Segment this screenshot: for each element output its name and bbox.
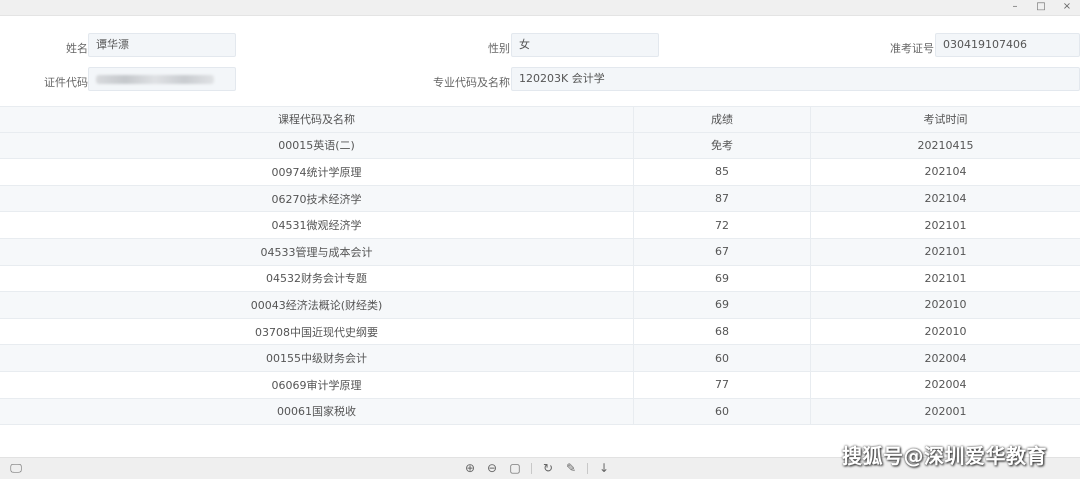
table-header: 课程代码及名称 成绩 考试时间 (0, 106, 1080, 133)
course-cell: 00015英语(二) (278, 139, 355, 153)
score-cell: 69 (633, 292, 810, 318)
watermark-text: 搜狐号@深圳爱华教育 (842, 444, 1047, 468)
gender-label: 性别 (488, 42, 510, 55)
score-cell: 60 (633, 398, 810, 425)
window-titlebar: – □ × (0, 0, 1080, 16)
column-header-exam-time: 考试时间 (810, 107, 1080, 132)
exam-time-cell: 202001 (810, 398, 1080, 425)
exam-time-cell: 202101 (810, 238, 1080, 265)
edit-icon[interactable]: ✎ (564, 461, 578, 475)
id-code-label: 证件代码 (44, 76, 88, 89)
course-cell: 06069审计学原理 (271, 378, 362, 392)
score-cell: 85 (633, 159, 810, 185)
toolbar-divider (531, 463, 532, 474)
close-button[interactable]: × (1054, 0, 1080, 16)
maximize-button[interactable]: □ (1028, 0, 1054, 16)
exam-time-cell: 202101 (810, 265, 1080, 292)
exam-time-cell: 202101 (810, 212, 1080, 238)
exam-time-cell: 202104 (810, 159, 1080, 185)
zoom-in-icon[interactable]: ⊕ (463, 461, 477, 475)
exam-time-cell: 202004 (810, 371, 1080, 398)
table-row: 03708中国近现代史纲要 68 202010 (0, 318, 1080, 346)
course-cell: 04533管理与成本会计 (260, 245, 373, 259)
rotate-icon[interactable]: ↻ (541, 461, 555, 475)
table-row: 06069审计学原理 77 202004 (0, 371, 1080, 399)
table-row: 00043经济法概论(财经类) 69 202010 (0, 292, 1080, 319)
course-cell: 00974统计学原理 (271, 165, 362, 179)
column-header-course: 课程代码及名称 (278, 113, 355, 127)
column-header-score: 成绩 (633, 107, 810, 132)
exam-time-cell: 202004 (810, 345, 1080, 371)
table-row: 00155中级财务会计 60 202004 (0, 345, 1080, 372)
course-cell: 03708中国近现代史纲要 (255, 325, 378, 339)
table-row: 04532财务会计专题 69 202101 (0, 265, 1080, 293)
student-info-form: 姓名 谭华漂 性别 女 准考证号 030419107406 证件代码 专业代码及… (0, 17, 1080, 105)
id-code-field[interactable] (88, 67, 236, 91)
exam-time-cell: 202104 (810, 185, 1080, 212)
table-row: 00974统计学原理 85 202104 (0, 159, 1080, 186)
table-row: 04533管理与成本会计 67 202101 (0, 238, 1080, 266)
score-cell: 60 (633, 345, 810, 371)
course-cell: 04532财务会计专题 (266, 272, 367, 286)
minimize-button[interactable]: – (1002, 0, 1028, 16)
score-cell: 67 (633, 238, 810, 265)
course-cell: 00043经济法概论(财经类) (250, 298, 383, 312)
exam-number-field[interactable]: 030419107406 (935, 33, 1080, 57)
course-cell: 00155中级财务会计 (266, 352, 367, 366)
redacted-id-value (96, 75, 214, 84)
score-cell: 68 (633, 318, 810, 345)
exam-time-cell: 202010 (810, 292, 1080, 318)
table-row: 04531微观经济学 72 202101 (0, 212, 1080, 239)
toolbar-divider (587, 463, 588, 474)
score-cell: 87 (633, 185, 810, 212)
monitor-icon[interactable]: 🖵 (9, 461, 23, 475)
course-cell: 06270技术经济学 (271, 192, 362, 206)
gender-field[interactable]: 女 (511, 33, 659, 57)
course-cell: 00061国家税收 (277, 405, 356, 419)
exam-number-label: 准考证号 (890, 42, 934, 55)
exam-time-cell: 202010 (810, 318, 1080, 345)
score-cell: 77 (633, 371, 810, 398)
exam-time-cell: 20210415 (810, 132, 1080, 159)
table-row: 00061国家税收 60 202001 (0, 398, 1080, 426)
fit-page-icon[interactable]: ▢ (508, 461, 522, 475)
grades-table: 课程代码及名称 成绩 考试时间 00015英语(二) 免考 20210415 0097… (0, 106, 1080, 426)
table-row: 06270技术经济学 87 202104 (0, 185, 1080, 213)
name-label: 姓名 (66, 42, 88, 55)
name-field[interactable]: 谭华漂 (88, 33, 236, 57)
zoom-out-icon[interactable]: ⊖ (485, 461, 499, 475)
download-icon[interactable]: ↓ (597, 461, 611, 475)
course-cell: 04531微观经济学 (271, 219, 362, 233)
major-label: 专业代码及名称 (433, 76, 510, 89)
score-cell: 免考 (633, 132, 810, 159)
major-field[interactable]: 120203K 会计学 (511, 67, 1080, 91)
table-body: 00015英语(二) 免考 20210415 00974统计学原理 85 202104 06… (0, 132, 1080, 426)
score-cell: 72 (633, 212, 810, 238)
score-cell: 69 (633, 265, 810, 292)
table-row: 00015英语(二) 免考 20210415 (0, 132, 1080, 160)
